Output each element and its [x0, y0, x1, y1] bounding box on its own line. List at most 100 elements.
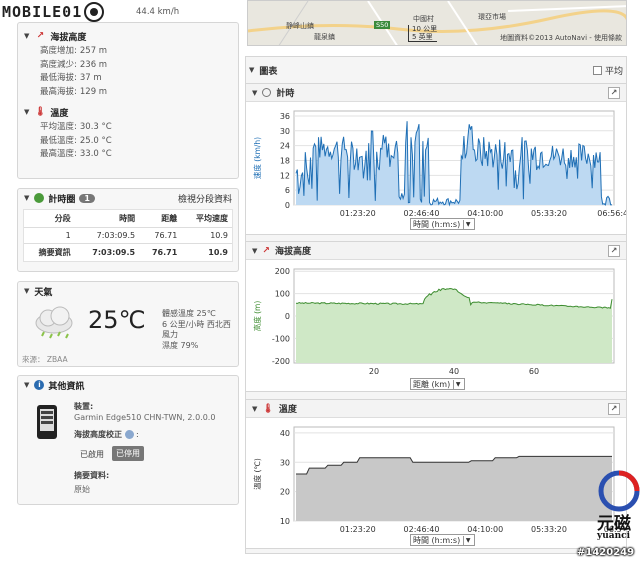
laps-cell: 7:03:09.5: [96, 231, 136, 240]
laps-count-badge: 1: [79, 193, 95, 203]
x-tick-label: 05:33:20: [531, 209, 567, 218]
altitude-xaxis-select[interactable]: 距離 (km) ▼: [410, 378, 466, 390]
average-label: 平均: [604, 66, 623, 77]
charts-header: ▼ 圖表 平均: [249, 62, 623, 78]
collapse-icon[interactable]: ▼: [24, 32, 29, 40]
y-tick-label: -100: [272, 334, 290, 343]
weather-feels-like: 體感溫度 25℃: [162, 309, 216, 318]
expand-icon[interactable]: ↗: [608, 87, 620, 99]
stat-value: 33.0 °C: [79, 149, 112, 159]
laps-cell: 1: [65, 231, 71, 240]
weather-humidity: 濕度 79%: [162, 340, 199, 350]
collapse-icon[interactable]: ▼: [252, 405, 257, 413]
x-tick-label: 60: [529, 367, 539, 376]
laps-column-header: 分段: [24, 210, 75, 228]
map-scale: 10 公里 5 英里: [408, 25, 438, 42]
view-splits-link[interactable]: 檢視分段資料: [178, 192, 232, 205]
collapse-icon[interactable]: ▼: [24, 287, 29, 295]
weather-wind: 6 公里/小時 西北西: [162, 319, 231, 329]
map-road-badge: S50: [374, 21, 391, 29]
help-icon[interactable]: [125, 430, 134, 439]
calibration-enabled-option[interactable]: 已啟用: [80, 449, 104, 460]
temperature-chart: 10 20 30 40 01:23:20 02:46:40 04:10:00 05:33:20…: [252, 426, 622, 534]
collapse-icon[interactable]: ▼: [252, 247, 257, 255]
temp-xaxis-select[interactable]: 時間 (h:m:s) ▼: [410, 534, 476, 546]
device-label: 裝置:: [74, 402, 94, 411]
watermark-id: #1420249: [577, 547, 635, 558]
route-map[interactable]: 中國村 環亞市場 静峰山鎮 龍泉鎮 S50 10 公里 5 英里 地圖資料©20…: [247, 0, 627, 46]
laps-row: 摘要資訊 7:03:09.5 76.71 10.9: [24, 243, 232, 262]
laps-cell: 摘要資訊: [38, 248, 71, 257]
altitude-xaxis-label: 距離 (km): [413, 379, 451, 389]
x-tick-label: 40: [449, 367, 459, 376]
altitude-chart-title: 海拔高度: [274, 247, 311, 257]
calibration-disabled-button[interactable]: 已停用: [112, 446, 144, 461]
stat-value: 25.0 °C: [79, 135, 112, 146]
speed-partial-value: 44.4 km/h: [136, 7, 180, 17]
stat-label: 平均溫度:: [40, 122, 77, 132]
map-copyright[interactable]: 地圖資料©2013 AutoNavi - 使用條款: [500, 33, 622, 43]
x-tick-label: 01:23:20: [340, 525, 376, 534]
weather-temperature: 25℃: [88, 306, 146, 334]
collapse-icon[interactable]: ▼: [24, 108, 29, 116]
stat-label: 最高海拔:: [40, 86, 77, 97]
x-tick-label: 02:46:40: [404, 209, 440, 218]
collapse-icon[interactable]: ▼: [252, 89, 257, 97]
laps-cell: 10.9: [208, 248, 228, 257]
altitude-chart: -200 -100 0 100 200 20 40 60 高度 (m): [252, 267, 615, 376]
laps-cell: 76.71: [151, 248, 178, 257]
average-checkbox[interactable]: [592, 65, 602, 75]
x-tick-label: 01:23:20: [340, 209, 376, 218]
y-tick-label: 36: [280, 112, 290, 121]
weather-wind-label: 風力: [162, 330, 178, 339]
y-tick-label: 30: [280, 458, 290, 467]
info-icon: i: [34, 380, 45, 390]
expand-icon[interactable]: ↗: [608, 403, 620, 415]
speed-xaxis-label: 時間 (h:m:s): [413, 219, 461, 229]
speed-chart-card: ▼ 計時 ↗ 0 6 12 18 24 30 36 01:23:20 02:46:40 04:10…: [245, 83, 627, 235]
series-area: [296, 456, 612, 521]
x-tick-label: 06:56:4: [597, 209, 626, 218]
collapse-icon[interactable]: ▼: [24, 381, 29, 389]
y-tick-label: 10: [280, 517, 290, 526]
logo-icon: [84, 2, 105, 22]
elevation-icon: ↗: [36, 31, 45, 41]
watermark-ring-icon: [598, 470, 640, 512]
elevation-icon: ↗: [262, 245, 270, 256]
site-logo[interactable]: MOBILE01: [2, 2, 106, 22]
y-tick-label: 18: [280, 156, 290, 165]
garmin-device-icon: [37, 405, 57, 439]
device-value: Garmin Edge510 CHN-TWN, 2.0.0.0: [74, 413, 216, 422]
thermometer-icon: 🌡: [34, 107, 47, 117]
weather-title: 天氣: [34, 287, 53, 298]
x-tick-label: 20: [369, 367, 379, 376]
x-tick-label: 04:10:00: [467, 209, 503, 218]
collapse-icon[interactable]: ▼: [24, 194, 29, 202]
other-info-panel: ▼ i 其他資訊 裝置: Garmin Edge510 CHN-TWN, 2.0…: [17, 375, 239, 505]
y-tick-label: 200: [275, 267, 290, 276]
altitude-chart-card: ▼ ↗ 海拔高度 ↗ -200 -100 0 100 200 20 40 60 高度 (m) 距…: [245, 241, 627, 392]
stat-row: 最低海拔: 37 m: [18, 72, 238, 86]
stat-row: 最高海拔: 129 m: [18, 86, 238, 100]
stat-label: 高度增加:: [40, 46, 77, 56]
laps-icon: [34, 193, 45, 203]
stat-value: 129 m: [79, 86, 108, 97]
collapse-icon[interactable]: ▼: [249, 66, 254, 74]
speed-xaxis-select[interactable]: 時間 (h:m:s) ▼: [410, 218, 476, 230]
stat-row: 最高溫度: 33.0 °C: [18, 148, 238, 162]
watermark-sub: yuanci: [597, 531, 631, 541]
charts-title: 圖表: [259, 66, 278, 77]
map-scale-mi: 5 英里: [412, 33, 433, 41]
x-tick-label: 02:46:40: [404, 525, 440, 534]
y-tick-label: 30: [280, 127, 290, 136]
stat-value: 257 m: [79, 46, 108, 56]
y-tick-label: 40: [280, 429, 290, 438]
temp-chart-title: 溫度: [278, 405, 297, 415]
laps-cell: 10.9: [210, 231, 228, 240]
stat-value: 236 m: [79, 59, 108, 70]
y-axis-label: 溫度 (℃): [252, 458, 262, 490]
stat-label: 高度減少:: [40, 59, 77, 70]
x-tick-label: 04:10:00: [467, 525, 503, 534]
x-tick-label: 05:33:20: [531, 525, 567, 534]
expand-icon[interactable]: ↗: [608, 245, 620, 257]
